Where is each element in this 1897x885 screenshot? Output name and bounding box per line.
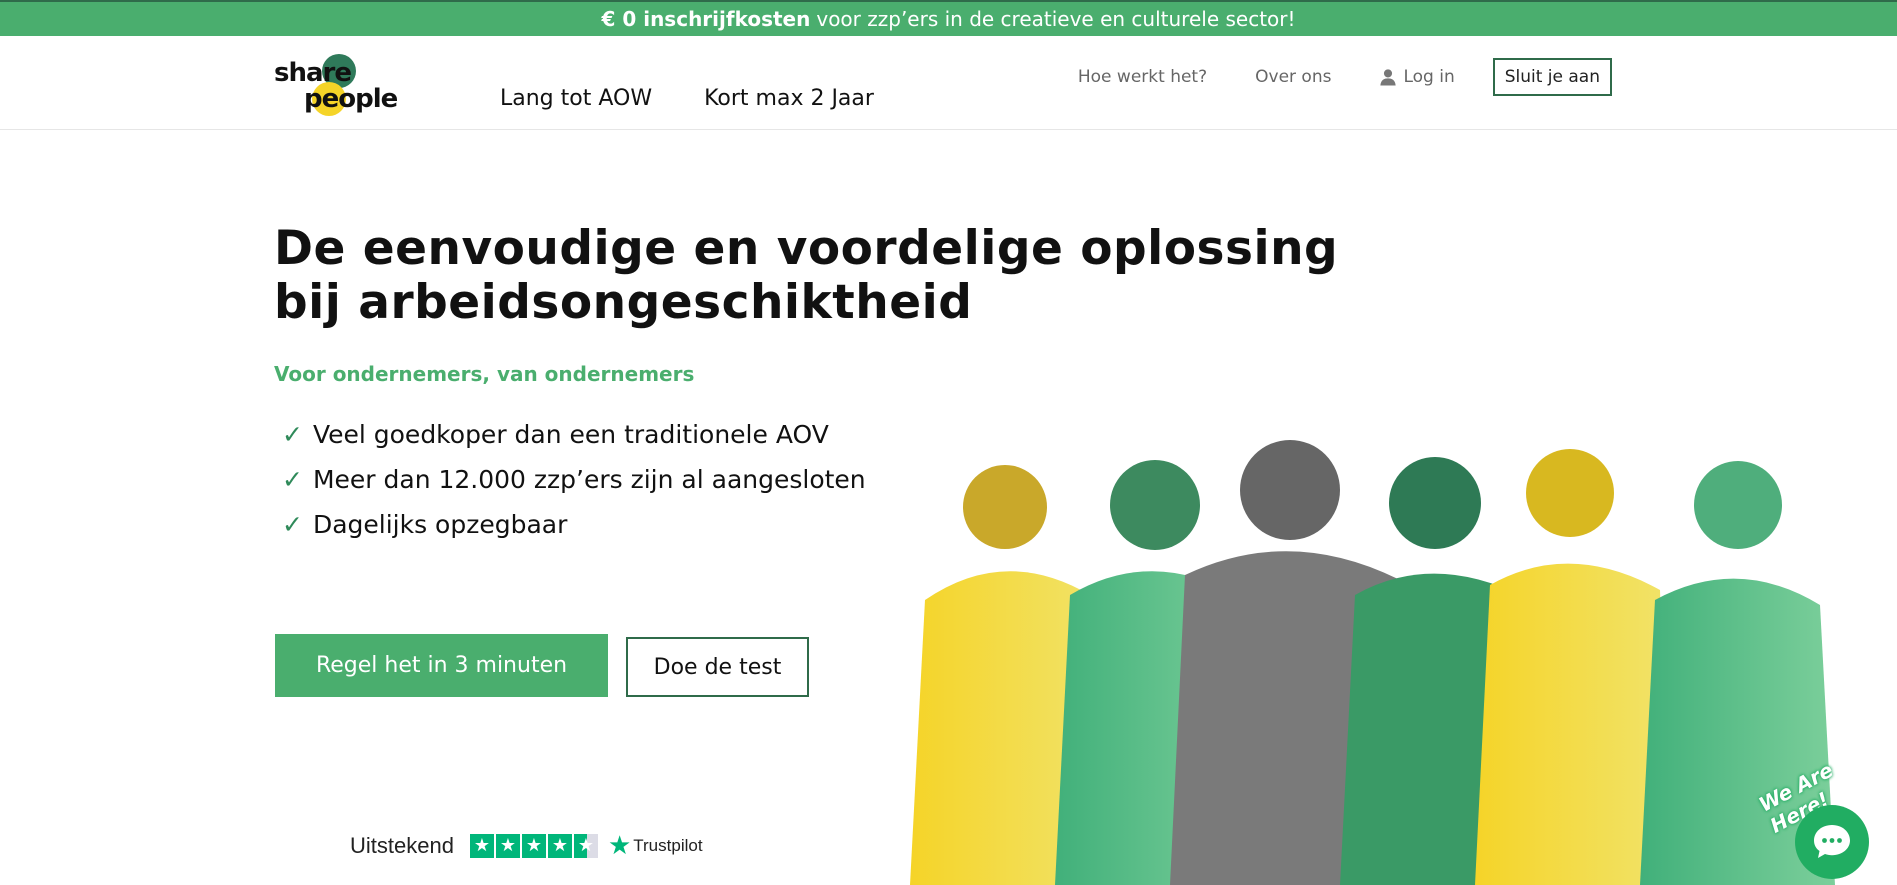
benefit-item: ✓ Veel goedkoper dan een traditionele AO… [282,412,866,457]
share-people-logo[interactable]: share people [274,54,404,116]
trustpilot-star-icon: ★ [607,830,632,860]
doe-de-test-button[interactable]: Doe de test [626,637,809,697]
benefit-text: Veel goedkoper dan een traditionele AOV [312,420,829,449]
promo-banner[interactable]: € 0 inschrijfkosten voor zzp’ers in de c… [0,0,1897,36]
person-5 [1475,449,1670,885]
benefit-item: ✓ Meer dan 12.000 zzp’ers zijn al aanges… [282,457,866,502]
benefit-text: Meer dan 12.000 zzp’ers zijn al aangeslo… [312,465,866,494]
hero-subtitle: Voor ondernemers, van ondernemers [274,362,695,386]
chat-button[interactable] [1795,805,1869,879]
promo-banner-bold: € 0 inschrijfkosten [601,7,811,31]
regel-het-button[interactable]: Regel het in 3 minuten [275,634,608,697]
trustpilot-brand-label: Trustpilot [633,835,703,855]
hero-title-line-2: bij arbeidsongeschiktheid [274,275,973,330]
benefit-text: Dagelijks opzegbaar [312,510,568,539]
trustpilot-rating-label: Uitstekend [350,832,454,858]
hero-title-line-1: De eenvoudige en voordelige oplossing [274,221,1339,276]
trustpilot-brand: ★ Trustpilot [608,830,703,861]
join-button[interactable]: Sluit je aan [1492,58,1612,96]
benefit-item: ✓ Dagelijks opzegbaar [282,502,866,547]
trustpilot-stars: ★ ★ ★ ★ ★ [469,833,598,858]
trustpilot-widget[interactable]: Uitstekend ★ ★ ★ ★ ★ ★ Trustpilot [350,830,703,861]
promo-banner-text: voor zzp’ers in de creatieve en culturel… [816,7,1296,31]
check-icon: ✓ [282,465,303,494]
benefit-list: ✓ Veel goedkoper dan een traditionele AO… [282,412,866,547]
main-nav: Lang tot AOW Kort max 2 Jaar [500,86,874,111]
people-group-illustration [910,440,1835,885]
logo-word-people: people [304,84,398,114]
nav-hoe-werkt-het[interactable]: Hoe werkt het? [1078,67,1207,87]
star-icon: ★ [547,833,572,858]
star-half-icon: ★ [573,833,598,858]
star-icon: ★ [521,833,546,858]
star-icon: ★ [469,833,494,858]
check-icon: ✓ [282,420,303,449]
nav-lang-tot-aow[interactable]: Lang tot AOW [500,86,652,111]
star-icon: ★ [495,833,520,858]
login-label: Log in [1403,67,1455,87]
user-icon [1380,69,1397,86]
site-header: share people Lang tot AOW Kort max 2 Jaa… [0,36,1897,130]
nav-kort-max-2-jaar[interactable]: Kort max 2 Jaar [704,86,874,111]
hero-title: De eenvoudige en voordelige oplossing bi… [274,221,1339,330]
nav-over-ons[interactable]: Over ons [1255,67,1331,87]
check-icon: ✓ [282,510,303,539]
top-nav: Hoe werkt het? Over ons Log in Sluit je … [1078,58,1612,96]
login-link[interactable]: Log in [1379,67,1455,87]
chat-icon [1814,825,1850,858]
